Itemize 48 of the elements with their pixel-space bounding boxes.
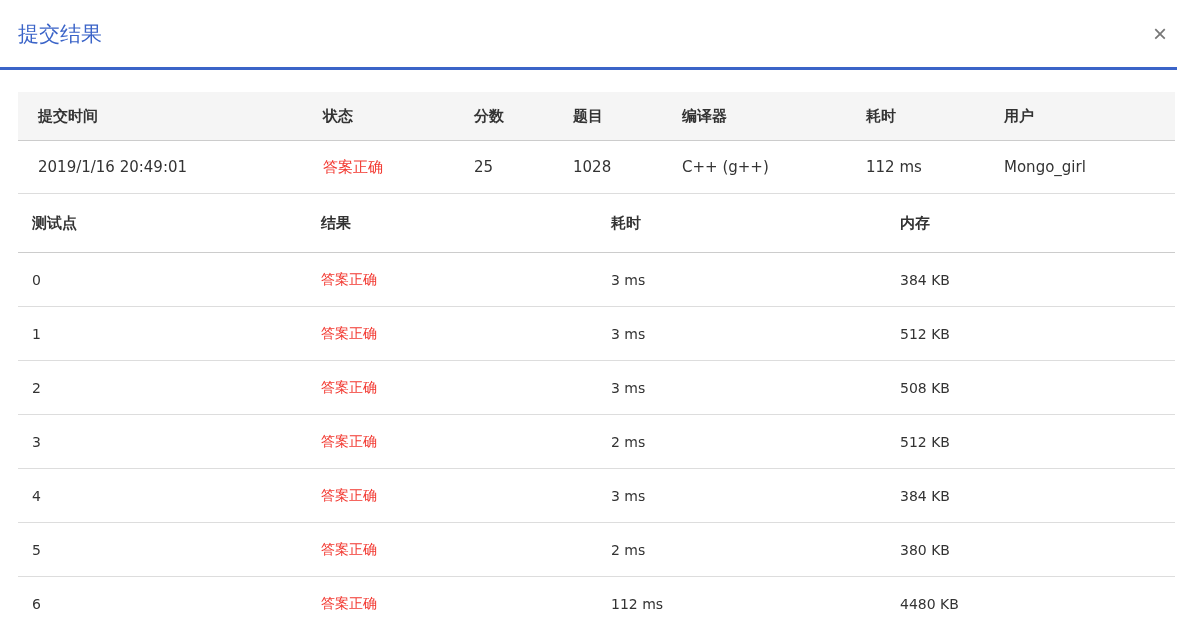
table-cell: 4480 KB xyxy=(886,577,1175,624)
table-cell: 0 xyxy=(18,253,307,307)
table-cell: 2 xyxy=(18,361,307,415)
table-cell: 1028 xyxy=(553,141,662,194)
table-cell: 6 xyxy=(18,577,307,624)
table-cell: 3 ms xyxy=(597,361,886,415)
table-cell: 380 KB xyxy=(886,523,1175,577)
status-cell: 答案正确 xyxy=(303,141,454,194)
column-header: 分数 xyxy=(454,92,553,141)
table-cell: 2019/1/16 20:49:01 xyxy=(18,141,303,194)
result-cell: 答案正确 xyxy=(307,253,597,307)
table-cell: 112 ms xyxy=(846,141,984,194)
table-cell: 3 ms xyxy=(597,307,886,361)
column-header: 测试点 xyxy=(18,194,307,253)
table-cell: 508 KB xyxy=(886,361,1175,415)
table-cell: C++ (g++) xyxy=(662,141,846,194)
table-cell: 4 xyxy=(18,469,307,523)
column-header: 提交时间 xyxy=(18,92,303,141)
table-cell: Mongo_girl xyxy=(984,141,1175,194)
table-cell: 25 xyxy=(454,141,553,194)
result-cell: 答案正确 xyxy=(307,577,597,624)
table-cell: 112 ms xyxy=(597,577,886,624)
result-cell: 答案正确 xyxy=(307,415,597,469)
table-cell: 512 KB xyxy=(886,415,1175,469)
table-cell: 3 ms xyxy=(597,253,886,307)
table-cell: 3 ms xyxy=(597,469,886,523)
column-header: 耗时 xyxy=(846,92,984,141)
column-header: 耗时 xyxy=(597,194,886,253)
table-cell: 5 xyxy=(18,523,307,577)
column-header: 编译器 xyxy=(662,92,846,141)
dialog-title: 提交结果 xyxy=(18,20,102,48)
table-cell: 2 ms xyxy=(597,415,886,469)
table-cell: 384 KB xyxy=(886,253,1175,307)
result-cell: 答案正确 xyxy=(307,523,597,577)
result-cell: 答案正确 xyxy=(307,469,597,523)
table-cell: 1 xyxy=(18,307,307,361)
column-header: 题目 xyxy=(553,92,662,141)
result-cell: 答案正确 xyxy=(307,361,597,415)
table-cell: 512 KB xyxy=(886,307,1175,361)
result-cell: 答案正确 xyxy=(307,307,597,361)
column-header: 内存 xyxy=(886,194,1175,253)
table-cell: 2 ms xyxy=(597,523,886,577)
column-header: 用户 xyxy=(984,92,1175,141)
table-cell: 384 KB xyxy=(886,469,1175,523)
column-header: 状态 xyxy=(303,92,454,141)
column-header: 结果 xyxy=(307,194,597,253)
close-button[interactable]: × xyxy=(1149,19,1171,48)
table-cell: 3 xyxy=(18,415,307,469)
